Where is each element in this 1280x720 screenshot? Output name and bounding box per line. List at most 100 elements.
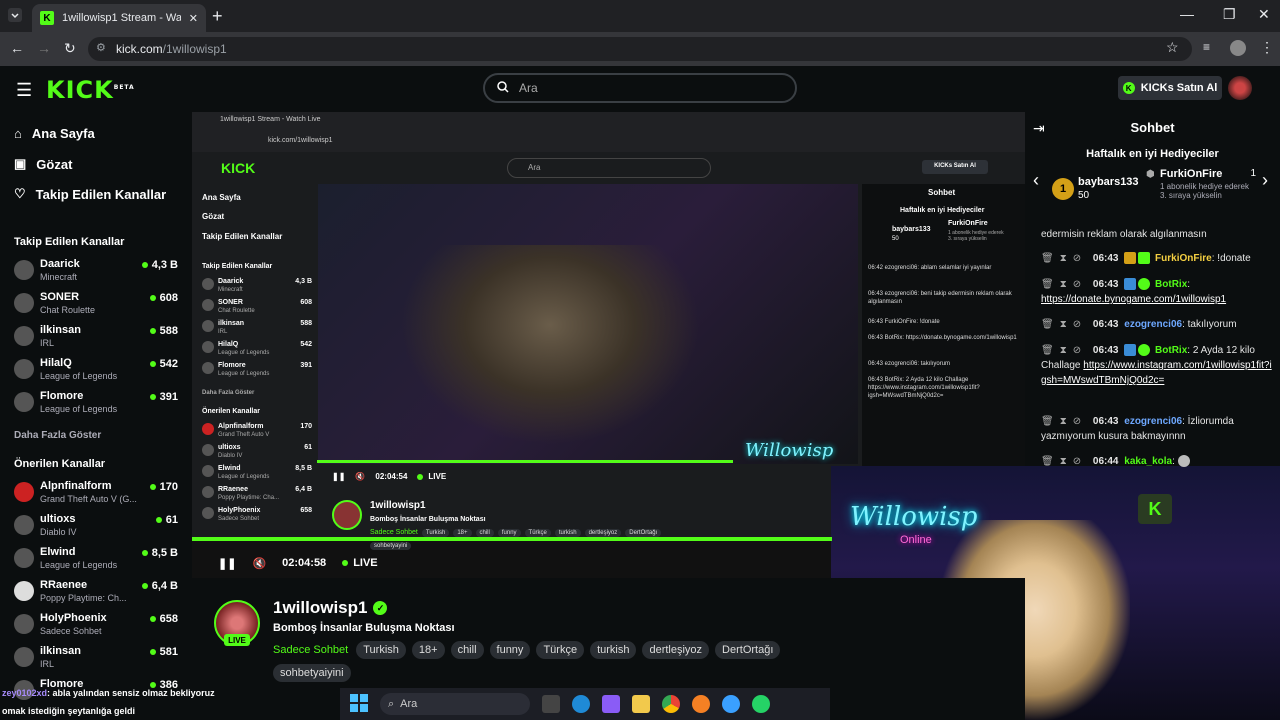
channel-name: Flomore [40, 390, 84, 402]
sidebar-item-following[interactable]: ♡ Takip Edilen Kanallar [14, 186, 166, 202]
gifter-promo[interactable]: ⬢ FurkiOnFire 1 1 abonelik hediye ederek… [1146, 168, 1256, 214]
chat-username[interactable]: FurkiOnFire [1155, 253, 1212, 264]
recommended-channel[interactable]: ilkinsan IRL 581 [14, 645, 182, 677]
avatar [14, 515, 34, 535]
task-view-icon [542, 695, 560, 713]
bookmark-star-icon[interactable]: ☆ [1166, 39, 1179, 56]
timeout-icon[interactable]: ⧗ [1060, 345, 1067, 356]
close-tab-icon[interactable]: ✕ [189, 12, 198, 25]
timeout-icon[interactable]: ⧗ [1060, 253, 1067, 264]
minimize-icon[interactable]: — [1180, 6, 1194, 22]
tag[interactable]: DertOrtağı [715, 641, 781, 659]
sidebar-item-browse[interactable]: ▣ Gözat [14, 156, 72, 172]
tag[interactable]: funny [489, 641, 531, 659]
url-field[interactable]: ⚙ kick.com/1willowisp1 [88, 37, 1192, 61]
mute-icon[interactable]: 🔇 [252, 557, 266, 570]
channel-name: HolyPhoenix [40, 612, 107, 624]
media-queue-icon[interactable]: ≡ [1203, 40, 1210, 54]
trash-icon[interactable]: 🗑 [1041, 456, 1054, 467]
recommended-channel[interactable]: Elwind League of Legends 8,5 B [14, 546, 182, 578]
timeout-icon[interactable]: ⧗ [1060, 279, 1067, 290]
ban-icon[interactable]: ⊘ [1073, 345, 1081, 356]
recommended-channel[interactable]: Alpnfinalform Grand Theft Auto V (G... 170 [14, 480, 182, 512]
tag[interactable]: Türkçe [536, 641, 585, 659]
buy-kicks-button[interactable]: K KICKs Satın Al [1118, 76, 1222, 100]
chat-username[interactable]: ezogrenci06 [1124, 319, 1182, 330]
pause-icon[interactable]: ❚❚ [218, 557, 236, 570]
followed-channel[interactable]: ilkinsan IRL 588 [14, 324, 182, 356]
tag[interactable]: 18+ [411, 641, 445, 659]
chat-username[interactable]: BotRix [1155, 345, 1187, 356]
recommended-channel[interactable]: ultioxs Diablo IV 61 [14, 513, 182, 545]
ban-icon[interactable]: ⊘ [1073, 456, 1081, 467]
chat-link[interactable]: https://donate.bynogame.com/1willowisp1 [1041, 294, 1226, 305]
top-gifter[interactable]: 1 baybars133 50 [1052, 176, 1142, 206]
recommended-channel[interactable]: HolyPhoenix Sadece Sohbet 658 [14, 612, 182, 644]
reload-icon[interactable]: ↻ [64, 40, 76, 57]
timeout-icon[interactable]: ⧗ [1060, 319, 1067, 330]
close-window-icon[interactable]: ✕ [1258, 6, 1270, 23]
stream-progress-bar[interactable] [192, 537, 832, 541]
new-tab-button[interactable]: + [212, 6, 223, 27]
nested-kicks-button: KICKs Satın Al [922, 160, 988, 174]
nested-recommended-heading: Önerilen Kanallar [202, 408, 260, 415]
user-avatar[interactable] [1228, 76, 1252, 100]
followed-channel[interactable]: HilalQ League of Legends 542 [14, 357, 182, 389]
browser-menu-icon[interactable]: ⋮ [1260, 39, 1274, 56]
trash-icon[interactable]: 🗑 [1041, 416, 1054, 427]
trash-icon[interactable]: 🗑 [1041, 279, 1054, 290]
nested-progress-bar [317, 460, 733, 463]
trash-icon[interactable]: 🗑 [1041, 345, 1054, 356]
ban-icon[interactable]: ⊘ [1073, 279, 1081, 290]
overlay-chat-user: zey0102xd [2, 688, 48, 698]
maximize-icon[interactable]: ❐ [1223, 6, 1236, 23]
tag[interactable]: Turkish [356, 641, 406, 659]
sidebar-item-home[interactable]: ⌂ Ana Sayfa [14, 126, 95, 141]
recommended-channel[interactable]: RRaenee Poppy Playtime: Ch... 6,4 B [14, 579, 182, 611]
followed-channel[interactable]: Daarick Minecraft 4,3 B [14, 258, 182, 290]
tag[interactable]: chill [450, 641, 484, 659]
site-info-icon[interactable]: ⚙ [96, 41, 106, 54]
chat-timestamp: 06:43 [1092, 416, 1119, 427]
ban-icon[interactable]: ⊘ [1073, 253, 1081, 264]
hamburger-menu-icon[interactable]: ☰ [16, 80, 32, 101]
nested-channel: RRaenee Poppy Playtime: Cha... 6,4 B [202, 486, 312, 506]
followed-channel[interactable]: Flomore League of Legends 391 [14, 390, 182, 422]
profile-avatar-icon[interactable] [1230, 40, 1246, 56]
category-link[interactable]: Sadece Sohbet [273, 644, 348, 656]
chat-username[interactable]: ezogrenci06 [1124, 416, 1182, 427]
ban-icon[interactable]: ⊘ [1073, 416, 1081, 427]
chat-username[interactable]: kaka_kola [1124, 456, 1172, 467]
avatar [202, 320, 214, 332]
bot-badge-icon [1124, 278, 1137, 291]
browser-tab[interactable]: K 1willowisp1 Stream - Watch Live ✕ [32, 4, 206, 32]
trash-icon[interactable]: 🗑 [1041, 319, 1054, 330]
channel-game: Chat Roulette [40, 305, 96, 315]
nested-gift-user: baybars133 [892, 226, 931, 233]
tab-list-icon[interactable] [8, 8, 22, 22]
chat-timestamp: 06:43 [1092, 319, 1119, 330]
timeout-icon[interactable]: ⧗ [1060, 456, 1067, 467]
chat-username[interactable]: BotRix [1155, 279, 1187, 290]
trash-icon[interactable]: 🗑 [1041, 253, 1054, 264]
show-more-link[interactable]: Daha Fazla Göster [14, 430, 101, 441]
nested-tag: DertOrtağı [625, 529, 662, 537]
overlay-chat-text: omak istediğin şeytanlığa geldi [2, 706, 136, 716]
tag[interactable]: sohbetyaiyini [273, 664, 351, 682]
tag[interactable]: turkish [590, 641, 637, 659]
back-icon[interactable]: ← [10, 40, 24, 56]
avatar [202, 507, 214, 519]
followed-channel[interactable]: SONER Chat Roulette 608 [14, 291, 182, 323]
channel-title[interactable]: 1willowisp1 ✓ [273, 598, 388, 618]
prev-arrow-icon[interactable]: ‹ [1033, 170, 1039, 191]
nested-channel: Daarick Minecraft 4,3 B [202, 278, 312, 298]
kick-logo[interactable]: KICKBETA [46, 76, 135, 104]
tag[interactable]: dertleşiyoz [642, 641, 710, 659]
search-input[interactable]: Ara [483, 73, 797, 103]
timeout-icon[interactable]: ⧗ [1060, 416, 1067, 427]
next-arrow-icon[interactable]: › [1262, 170, 1268, 191]
ban-icon[interactable]: ⊘ [1073, 319, 1081, 330]
heart-icon: ♡ [14, 186, 26, 201]
channel-game: Poppy Playtime: Ch... [40, 593, 127, 603]
forward-icon[interactable]: → [37, 40, 51, 56]
